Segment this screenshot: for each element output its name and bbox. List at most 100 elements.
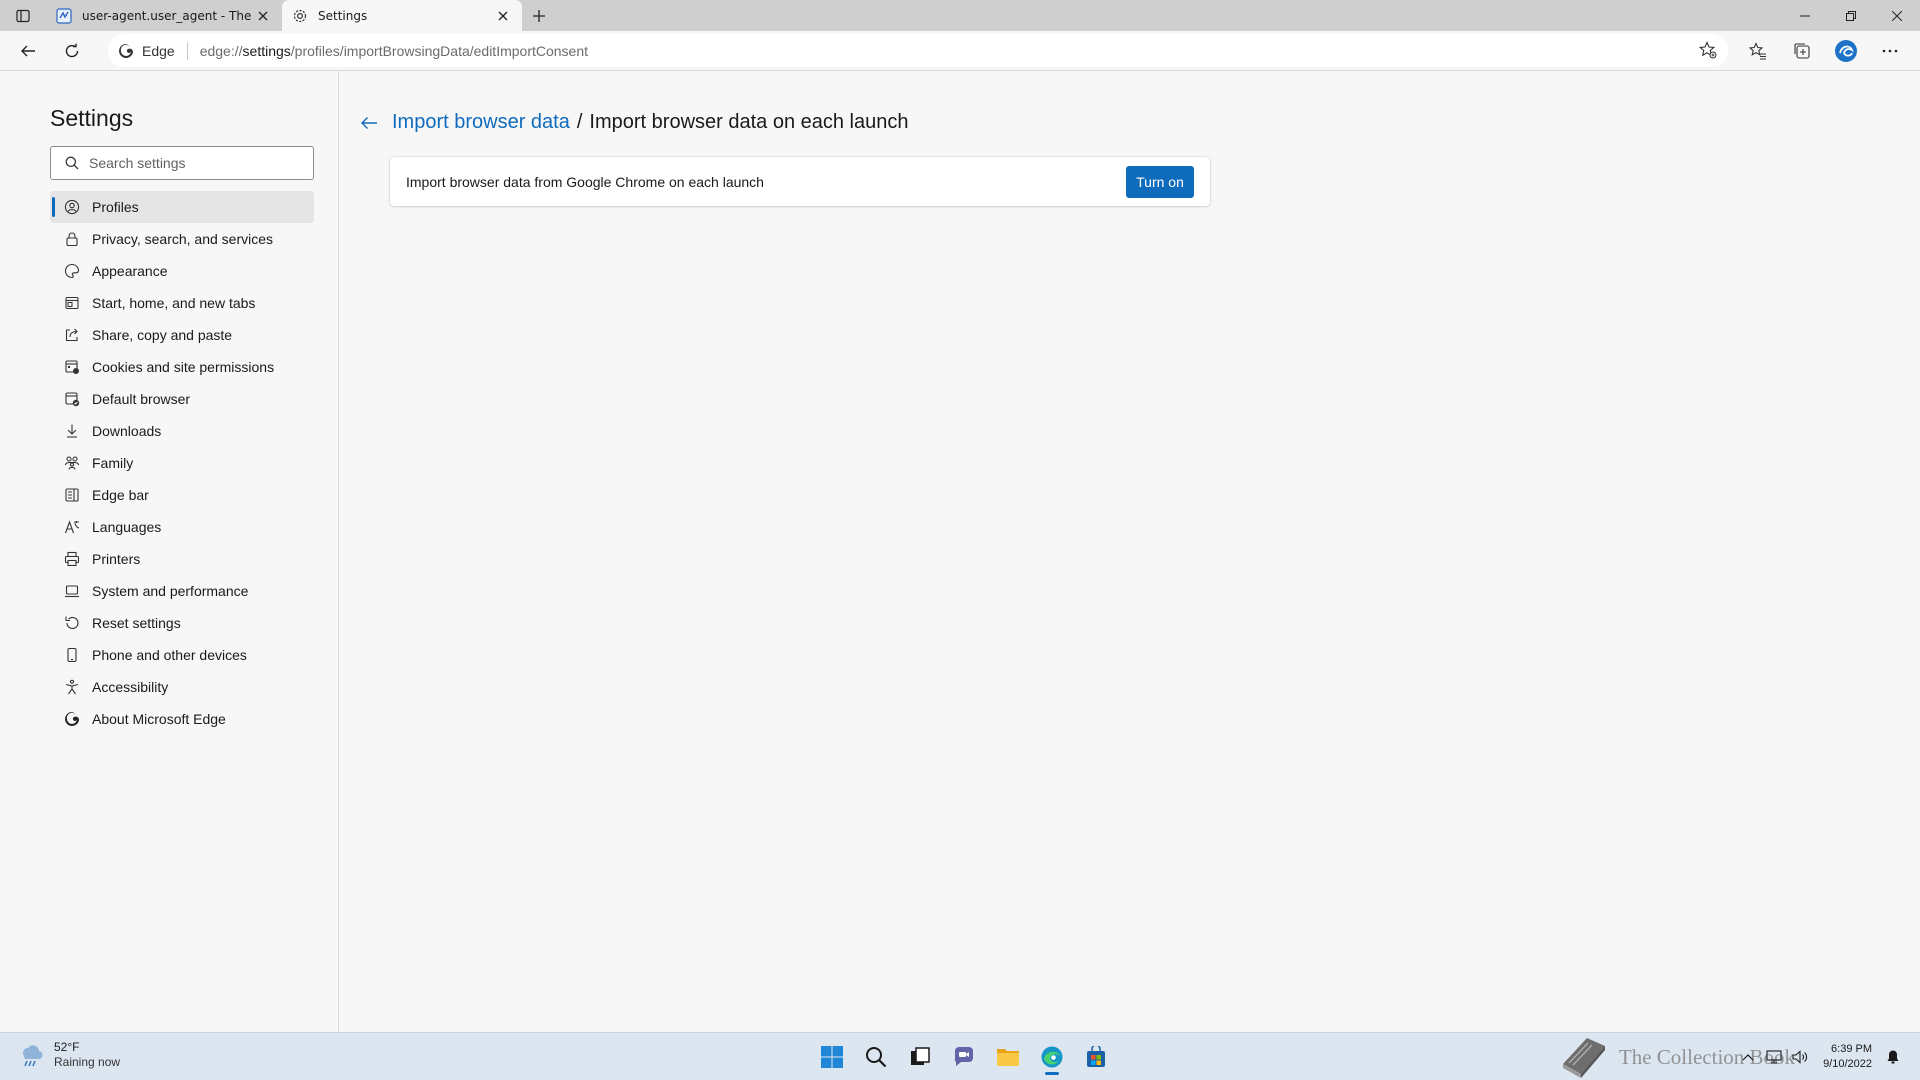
- breadcrumb-back-button[interactable]: [358, 112, 380, 134]
- volume-icon[interactable]: [1789, 1046, 1811, 1068]
- favorites-button[interactable]: [1736, 33, 1780, 69]
- weather-widget[interactable]: 52°F Raining now: [18, 1040, 120, 1070]
- search-box[interactable]: [50, 146, 314, 180]
- start-button[interactable]: [810, 1039, 854, 1075]
- plus-icon: [533, 9, 545, 22]
- tab-actions-icon: [16, 9, 30, 22]
- restore-button[interactable]: [1828, 0, 1874, 31]
- printer-icon: [64, 551, 80, 567]
- accessibility-icon: [64, 679, 80, 695]
- close-icon: [1892, 10, 1902, 21]
- edge-logo-icon: [119, 43, 133, 58]
- cookies-icon: [64, 359, 80, 375]
- laptop-icon: [64, 583, 80, 599]
- sidebar-item-edge-bar[interactable]: Edge bar: [50, 479, 314, 511]
- sidebar-item-appearance[interactable]: Appearance: [50, 255, 314, 287]
- sidebar-item-privacy[interactable]: Privacy, search, and services: [50, 223, 314, 255]
- collections-button[interactable]: [1780, 33, 1824, 69]
- taskbar-search-button[interactable]: [854, 1039, 898, 1075]
- tab-close-icon[interactable]: [254, 7, 272, 25]
- tab-close-icon[interactable]: [494, 7, 512, 25]
- sidebar-item-cookies[interactable]: Cookies and site permissions: [50, 351, 314, 383]
- sidebar-item-downloads[interactable]: Downloads: [50, 415, 314, 447]
- sidebar-item-label: Reset settings: [92, 615, 181, 631]
- clock-date: 9/10/2022: [1823, 1058, 1872, 1070]
- close-window-button[interactable]: [1874, 0, 1920, 31]
- task-view-button[interactable]: [898, 1039, 942, 1075]
- notification-icon[interactable]: [1882, 1046, 1904, 1068]
- sidebar-item-accessibility[interactable]: Accessibility: [50, 671, 314, 703]
- favorites-icon: [1749, 42, 1766, 60]
- import-on-launch-card: Import browser data from Google Chrome o…: [390, 157, 1210, 206]
- breadcrumb: Import browser data / Import browser dat…: [358, 111, 909, 134]
- sidebar-item-about[interactable]: About Microsoft Edge: [50, 703, 314, 735]
- sidebar-item-label: Phone and other devices: [92, 647, 247, 663]
- sidebar-item-start-home[interactable]: Start, home, and new tabs: [50, 287, 314, 319]
- minimize-button[interactable]: [1782, 0, 1828, 31]
- sidebar-item-label: Printers: [92, 551, 141, 567]
- rain-cloud-icon: [23, 1045, 43, 1067]
- sidebar-item-family[interactable]: Family: [50, 447, 314, 479]
- sidebar-item-label: Languages: [92, 519, 162, 535]
- breadcrumb-parent-link[interactable]: Import browser data: [392, 111, 570, 134]
- edge-logo-icon: [64, 711, 80, 727]
- sidebar-item-label: Family: [92, 455, 134, 471]
- palette-icon: [64, 263, 80, 279]
- profile-avatar-icon: [1835, 40, 1857, 62]
- default-browser-icon: [64, 391, 80, 407]
- url-text: edge://settings/profiles/importBrowsingD…: [200, 43, 588, 59]
- lock-icon: [64, 231, 80, 247]
- toolbar-right-actions: [1736, 33, 1912, 69]
- more-horizontal-icon: [1882, 49, 1898, 53]
- search-icon: [65, 156, 79, 170]
- system-tray: The Collection Book 6:39 PM 9/10/2022: [1557, 1033, 1906, 1080]
- window-icon: [64, 295, 80, 311]
- refresh-button[interactable]: [54, 33, 90, 69]
- microsoft-store-button[interactable]: [1074, 1039, 1118, 1075]
- teams-chat-button[interactable]: [942, 1039, 986, 1075]
- turn-on-button[interactable]: Turn on: [1126, 165, 1194, 198]
- sidebar-item-default-browser[interactable]: Default browser: [50, 383, 314, 415]
- sidebar-item-phone[interactable]: Phone and other devices: [50, 639, 314, 671]
- new-tab-button[interactable]: [522, 0, 556, 31]
- tab-title: user-agent.user_agent - The Coll: [82, 8, 254, 23]
- taskbar-clock[interactable]: 6:39 PM 9/10/2022: [1823, 1042, 1872, 1072]
- file-explorer-button[interactable]: [986, 1039, 1030, 1075]
- sidebar-item-printers[interactable]: Printers: [50, 543, 314, 575]
- sidebar-item-reset[interactable]: Reset settings: [50, 607, 314, 639]
- sidebar-item-profiles[interactable]: Profiles: [50, 191, 314, 223]
- windows-taskbar: 52°F Raining now The Collection Book 6:3…: [0, 1032, 1920, 1080]
- network-icon[interactable]: [1763, 1046, 1785, 1068]
- minimize-icon: [1800, 15, 1810, 16]
- sidebar-item-languages[interactable]: Languages: [50, 511, 314, 543]
- reset-icon: [64, 615, 80, 631]
- arrow-left-icon: [21, 45, 35, 57]
- add-favorite-button[interactable]: [1698, 40, 1718, 60]
- restore-icon: [1846, 10, 1856, 21]
- sidebar-item-share-copy-paste[interactable]: Share, copy and paste: [50, 319, 314, 351]
- star-add-icon: [1699, 41, 1717, 59]
- tab-settings[interactable]: Settings: [282, 0, 522, 31]
- breadcrumb-separator: /: [576, 111, 583, 133]
- sidebar-item-label: Cookies and site permissions: [92, 359, 275, 375]
- sidebar-item-label: Appearance: [92, 263, 168, 279]
- family-icon: [64, 455, 80, 471]
- chat-icon: [954, 1047, 973, 1066]
- edge-bar-icon: [64, 487, 80, 503]
- store-icon: [1087, 1046, 1105, 1067]
- edge-site-chip[interactable]: Edge: [118, 41, 188, 60]
- search-input[interactable]: [89, 155, 299, 171]
- chevron-up-icon[interactable]: [1737, 1046, 1759, 1068]
- edge-taskbar-button[interactable]: [1030, 1039, 1074, 1075]
- sidebar-item-label: Start, home, and new tabs: [92, 295, 256, 311]
- book-logo-icon: [1562, 1038, 1605, 1078]
- address-bar[interactable]: Edge edge://settings/profiles/importBrow…: [108, 34, 1728, 67]
- taskbar-apps: [810, 1039, 1118, 1075]
- more-menu-button[interactable]: [1868, 33, 1912, 69]
- sidebar-item-system[interactable]: System and performance: [50, 575, 314, 607]
- tab-actions-button[interactable]: [0, 0, 46, 31]
- profile-button[interactable]: [1824, 33, 1868, 69]
- sidebar-item-label: Default browser: [92, 391, 191, 407]
- back-button[interactable]: [10, 33, 46, 69]
- tab-user-agent[interactable]: user-agent.user_agent - The Coll: [46, 0, 282, 31]
